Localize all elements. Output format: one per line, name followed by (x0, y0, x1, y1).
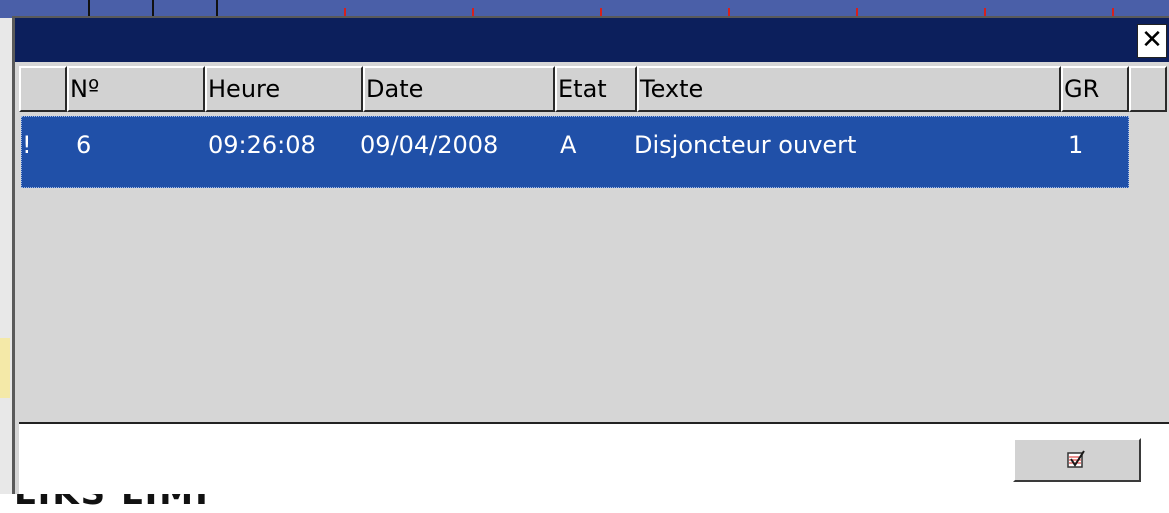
acknowledge-button[interactable] (1013, 438, 1141, 482)
column-header-flag[interactable] (19, 66, 67, 112)
background-tick (88, 0, 90, 16)
background-red-tick (472, 8, 474, 16)
column-header-texte[interactable]: Texte (637, 66, 1061, 112)
column-header-number[interactable]: Nº (67, 66, 205, 112)
alarm-row[interactable]: ! 6 09:26:08 09/04/2008 A Disjoncteur ou… (21, 116, 1129, 188)
background-red-tick (856, 8, 858, 16)
background-red-tick (344, 8, 346, 16)
alarm-table-header: Nº Heure Date Etat Texte GR (19, 66, 1167, 112)
row-number: 6 (76, 131, 92, 159)
column-header-date[interactable]: Date (363, 66, 555, 112)
column-header-heure[interactable]: Heure (205, 66, 363, 112)
row-etat: A (560, 131, 577, 159)
background-tick (216, 0, 218, 16)
background-red-tick (984, 8, 986, 16)
column-header-filler (1129, 66, 1167, 112)
row-heure: 09:26:08 (208, 131, 316, 159)
row-texte: Disjoncteur ouvert (634, 131, 857, 159)
alarm-list-empty-area[interactable] (19, 190, 1169, 418)
background-red-tick (1112, 8, 1114, 16)
row-flag: ! (22, 131, 32, 159)
background-tick (152, 0, 154, 16)
column-header-etat[interactable]: Etat (555, 66, 637, 112)
row-date: 09/04/2008 (360, 131, 499, 159)
background-yellow-block (0, 338, 10, 398)
close-icon: ✕ (1141, 25, 1163, 55)
background-red-tick (728, 8, 730, 16)
row-gr: 1 (1068, 131, 1084, 159)
dialog-footer (19, 422, 1169, 494)
close-button[interactable]: ✕ (1137, 24, 1167, 58)
alarm-dialog: ✕ Nº Heure Date Etat Texte GR ! 6 09:26:… (12, 16, 1169, 494)
column-header-gr[interactable]: GR (1061, 66, 1129, 112)
dialog-titlebar[interactable]: ✕ (15, 18, 1169, 62)
acknowledge-checkbox-icon (1067, 450, 1085, 468)
background-red-tick (600, 8, 602, 16)
